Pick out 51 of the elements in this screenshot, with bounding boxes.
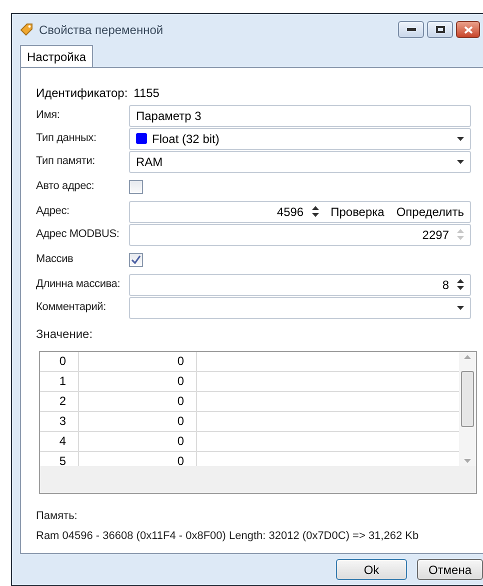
spinner-arrows-icon[interactable] <box>312 205 319 218</box>
identifier-label: Идентификатор: <box>36 84 128 102</box>
value-cell: 0 <box>79 432 197 451</box>
memory-label: Память: <box>36 509 78 524</box>
window-title: Свойства переменной <box>39 22 164 38</box>
dropdown-field[interactable] <box>129 296 471 318</box>
value-cell: 0 <box>79 352 197 371</box>
field-label: Тип данных: <box>36 131 98 146</box>
dropdown-field[interactable]: RAM <box>129 150 471 172</box>
index-cell: 1 <box>40 372 79 391</box>
identifier-value: 1155 <box>134 84 160 102</box>
close-icon <box>464 26 472 34</box>
value-cell: 0 <box>79 412 197 431</box>
field-label: Тип памяти: <box>36 154 96 170</box>
field-label: Комментарий: <box>36 300 107 316</box>
dialog-button[interactable]: Отмена <box>417 559 483 580</box>
spinner-arrows-icon[interactable] <box>457 278 464 291</box>
dropdown-caret-icon <box>457 136 464 140</box>
dropdown-caret-icon <box>457 306 464 310</box>
tag-icon <box>20 23 33 36</box>
value-cell: 0 <box>79 452 197 466</box>
field-label: Адрес MODBUS: <box>36 227 120 242</box>
field-label: Массив <box>36 252 74 268</box>
index-cell: 4 <box>40 432 79 451</box>
dialog-button[interactable]: Ok <box>336 559 407 580</box>
value-cell: 0 <box>79 372 197 391</box>
checkbox[interactable] <box>129 180 143 194</box>
tab[interactable]: Настройка <box>20 45 94 67</box>
value-cell: 0 <box>79 392 197 411</box>
field-label: Авто адрес: <box>36 179 96 194</box>
action-link[interactable]: Проверка <box>330 202 384 220</box>
field-label: Адрес: <box>36 204 70 220</box>
action-link[interactable]: Определить <box>396 202 464 220</box>
index-cell: 3 <box>40 412 79 431</box>
field-label: Длинна массива: <box>36 277 122 292</box>
index-cell: 5 <box>40 452 79 466</box>
field-label: Имя: <box>36 108 61 124</box>
number-field[interactable]: 4596 Проверка Определить <box>129 200 471 222</box>
dropdown-field[interactable]: Float (32 bit) <box>129 128 471 150</box>
index-cell: 0 <box>40 352 79 371</box>
checkbox[interactable] <box>129 252 143 266</box>
maximize-button[interactable] <box>427 21 453 38</box>
index-cell: 2 <box>40 392 79 411</box>
minimize-button[interactable] <box>398 21 424 38</box>
name-field[interactable]: Параметр 3 <box>129 104 471 126</box>
close-button[interactable] <box>456 21 480 38</box>
memory-info: Ram 04596 - 36608 (0x11F4 - 0x8F00) Length: 32012 (0x7D0C) => 31,262 Kb <box>36 528 420 544</box>
check-icon <box>131 255 141 264</box>
dropdown-caret-icon <box>457 160 464 164</box>
number-field[interactable]: 8 <box>129 274 471 296</box>
values-label: Значение: <box>36 326 94 343</box>
